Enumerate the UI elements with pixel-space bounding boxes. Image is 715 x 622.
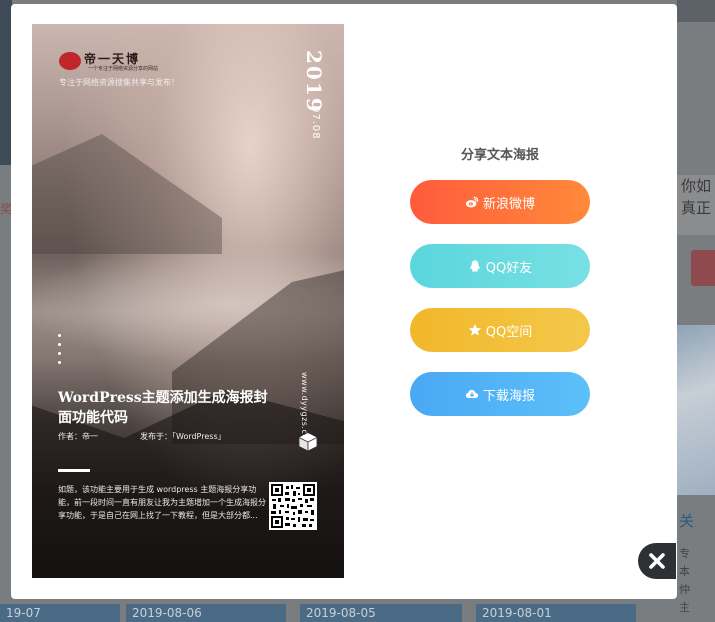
site-logo-subtitle: 一个专注于网络资源分享的网站 — [88, 66, 159, 72]
poster-preview: 帝一天博 一个专注于网络资源分享的网站 专注于网络资源搜集共享与发布！ 2019… — [32, 24, 344, 578]
share-qzone-label: QQ空间 — [485, 324, 533, 340]
poster-excerpt: 如题，该功能主要用于生成 wordpress 主题海报分享功能，前一段时间一直有… — [58, 485, 266, 520]
cloud-download-icon — [465, 389, 479, 398]
close-button[interactable] — [638, 543, 676, 579]
poster-title: WordPress主题添加生成海报封面功能代码 — [58, 390, 268, 426]
background-small-line: 仲 — [679, 583, 690, 596]
background-red-button — [691, 250, 715, 286]
poster-date: 07.08 — [310, 106, 321, 140]
share-weibo-button[interactable]: 新浪微博 — [410, 180, 590, 224]
weibo-icon — [465, 196, 479, 208]
download-poster-label: 下载海报 — [482, 388, 535, 404]
date-chip: 2019-08-05 — [300, 604, 462, 622]
star-icon — [468, 323, 481, 336]
share-weibo-label: 新浪微博 — [482, 196, 535, 212]
share-qq-label: QQ好友 — [485, 260, 533, 276]
poster-mountain — [32, 134, 222, 254]
background-right-line: 真正 — [681, 199, 712, 217]
qq-icon — [470, 260, 480, 272]
date-chip: 2019-08-06 — [126, 604, 286, 622]
background-right-line: 你如 — [681, 177, 712, 195]
poster-meta: 作者：帝一 发布于：「WordPress」 — [58, 431, 268, 442]
dots-icon — [58, 334, 62, 370]
poster-year: 2019 — [302, 50, 326, 114]
qr-code-icon — [269, 482, 317, 530]
share-qq-button[interactable]: QQ好友 — [410, 244, 590, 288]
share-qzone-button[interactable]: QQ空间 — [410, 308, 590, 352]
cube-icon — [298, 433, 318, 452]
background-link: 关 — [679, 512, 695, 530]
background-right-text: 你如 真正 — [677, 175, 715, 235]
background-header — [677, 0, 715, 22]
poster-author: 作者：帝一 — [58, 432, 98, 441]
poster-divider — [58, 469, 90, 472]
background-date-row: 19-07 2019-08-06 2019-08-05 2019-08-01 — [0, 600, 715, 622]
download-poster-button[interactable]: 下载海报 — [410, 372, 590, 416]
background-thumbnail — [677, 325, 715, 495]
background-small-line: 专 — [679, 547, 690, 560]
date-chip: 19-07 — [0, 604, 120, 622]
background-small-line: 本 — [679, 565, 690, 578]
poster-category: 发布于：「WordPress」 — [140, 432, 226, 441]
close-icon — [649, 553, 665, 569]
share-title: 分享文本海报 — [460, 148, 539, 163]
share-poster-modal: 帝一天博 一个专注于网络资源分享的网站 专注于网络资源搜集共享与发布！ 2019… — [11, 4, 677, 599]
site-logo-icon — [59, 52, 81, 70]
date-chip: 2019-08-01 — [476, 604, 636, 622]
poster-tagline: 专注于网络资源搜集共享与发布！ — [59, 78, 179, 87]
